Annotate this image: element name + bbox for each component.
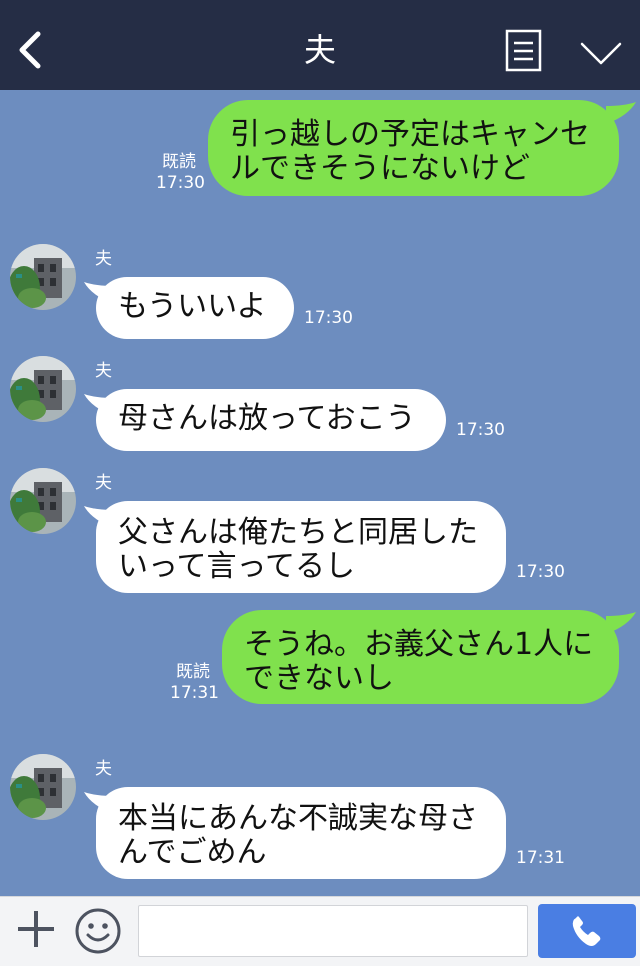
avatar[interactable] xyxy=(10,244,76,310)
document-menu-icon xyxy=(505,29,542,72)
avatar-photo xyxy=(10,356,76,422)
emoji-button[interactable] xyxy=(74,907,122,955)
message-line: 本当にあんな不誠実な母さ xyxy=(118,801,478,836)
message-time: 17:30 xyxy=(456,420,505,440)
message-bubble-incoming[interactable]: もういいよ xyxy=(96,277,294,339)
message-bubble-incoming[interactable]: 父さんは俺たちと同居した いって言ってるし xyxy=(96,501,506,593)
smiley-icon xyxy=(75,908,121,954)
message-time: 17:30 xyxy=(304,308,353,328)
chat-header: 夫 xyxy=(0,0,640,90)
message-time: 17:30 xyxy=(156,173,205,193)
chat-title: 夫 xyxy=(303,31,336,69)
chevron-down-icon xyxy=(580,42,622,65)
message-time: 17:30 xyxy=(516,562,565,582)
message-bubble-outgoing[interactable]: 引っ越しの予定はキャンセ ルできそうにないけど xyxy=(208,100,619,196)
chevron-left-icon xyxy=(19,31,41,69)
message-input-bar xyxy=(0,896,640,966)
message-time: 17:31 xyxy=(516,848,565,868)
message-line: んでごめん xyxy=(118,835,267,870)
phone-icon xyxy=(572,916,601,946)
sender-name: 夫 xyxy=(95,473,112,493)
back-button[interactable] xyxy=(8,20,56,76)
read-receipt: 既読 17:31 xyxy=(170,662,219,704)
message-bubble-outgoing[interactable]: そうね。お義父さん1人に できないし xyxy=(222,610,619,704)
message-line: 母さんは放っておこう xyxy=(118,401,416,436)
call-button[interactable] xyxy=(538,904,636,958)
collapse-button[interactable] xyxy=(576,34,626,74)
avatar-photo xyxy=(10,244,76,310)
sender-name: 夫 xyxy=(95,361,112,381)
avatar[interactable] xyxy=(10,754,76,820)
read-receipt: 既読 17:30 xyxy=(156,152,205,194)
avatar-photo xyxy=(10,468,76,534)
message-input[interactable] xyxy=(138,905,528,957)
sender-name: 夫 xyxy=(95,249,112,269)
message-line: ルできそうにないけど xyxy=(230,151,530,186)
message-line: もういいよ xyxy=(118,289,267,324)
plus-icon xyxy=(18,911,54,947)
read-label: 既読 xyxy=(162,152,196,172)
message-time: 17:31 xyxy=(170,683,219,703)
avatar[interactable] xyxy=(10,468,76,534)
message-bubble-incoming[interactable]: 母さんは放っておこう xyxy=(96,389,446,451)
message-line: 父さんは俺たちと同居した xyxy=(118,515,478,550)
read-label: 既読 xyxy=(176,662,210,682)
menu-button[interactable] xyxy=(504,28,546,76)
avatar-photo xyxy=(10,754,76,820)
message-bubble-incoming[interactable]: 本当にあんな不誠実な母さ んでごめん xyxy=(96,787,506,879)
message-line: そうね。お義父さん1人に xyxy=(244,627,594,662)
sender-name: 夫 xyxy=(95,759,112,779)
avatar[interactable] xyxy=(10,356,76,422)
message-line: いって言ってるし xyxy=(118,549,355,584)
message-line: 引っ越しの予定はキャンセ xyxy=(230,117,590,152)
message-list: 既読 17:30 引っ越しの予定はキャンセ ルできそうにないけど 夫 もういいよ… xyxy=(0,90,640,896)
message-line: できないし xyxy=(244,661,394,696)
add-attachment-button[interactable] xyxy=(14,907,58,951)
